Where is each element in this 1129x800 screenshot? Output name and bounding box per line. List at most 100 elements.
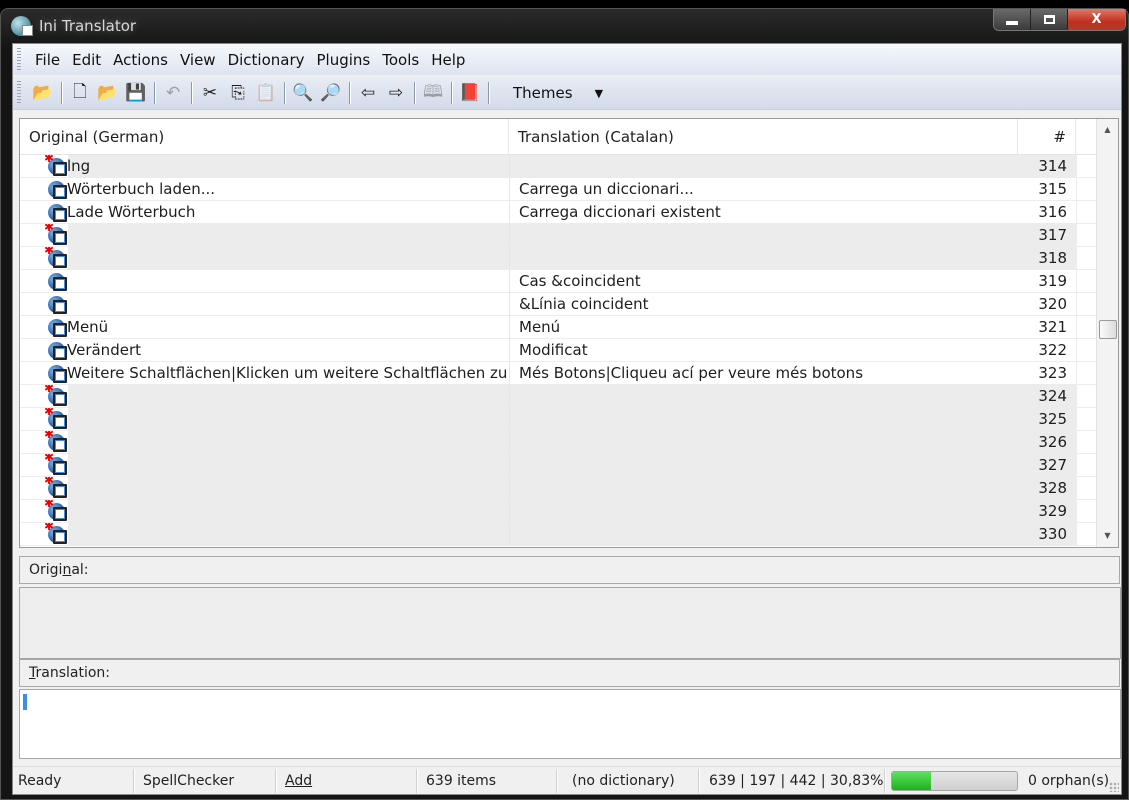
next-button[interactable]: ⇨ [382,80,410,106]
cell-translation[interactable]: Menú [509,316,1018,338]
menu-file[interactable]: File [29,44,66,76]
cell-original[interactable] [20,293,509,315]
cell-translation[interactable] [509,477,1018,499]
table-row[interactable]: Wörterbuch laden... Carrega un diccionari… [20,178,1098,201]
save-button[interactable]: 💾 [122,80,150,106]
cell-original[interactable]: ✱ [20,408,509,430]
cell-original[interactable]: ✱ [20,523,509,545]
scrollbar-thumb[interactable] [1099,319,1117,339]
cell-translation[interactable]: Cas &coincident [509,270,1018,292]
copy-original-button[interactable]: 🕮 [419,80,447,106]
paste-button[interactable]: 📋 [252,80,280,106]
cell-translation[interactable]: Més Botons|Cliqueu ací per veure més bot… [509,362,1018,384]
cell-spacer [1076,270,1098,292]
minimize-button[interactable] [994,9,1031,30]
column-header-original[interactable]: Original (German) [20,119,509,155]
cell-original[interactable]: ✱ [20,224,509,246]
previous-button[interactable]: ⇦ [354,80,382,106]
status-orphans: 0 orphan(s) [1028,772,1110,789]
column-header-translation[interactable]: Translation (Catalan) [509,119,1018,155]
cell-original[interactable] [20,270,509,292]
reload-files-button[interactable]: 📂 [29,80,57,106]
table-row[interactable]: ✱ 324 [20,385,1098,408]
table-row[interactable]: ✱ 318 [20,247,1098,270]
cut-button[interactable]: ✂ [196,80,224,106]
cell-translation[interactable] [509,454,1018,476]
toolbar-grip[interactable] [17,81,21,105]
table-row[interactable]: ✱ lng 314 [20,155,1098,178]
close-button[interactable]: X [1068,9,1125,30]
menu-tools[interactable]: Tools [376,44,425,76]
scroll-down-icon[interactable]: ▼ [1097,527,1118,545]
table-row[interactable]: ✱ 328 [20,477,1098,500]
status-spellchecker[interactable]: SpellChecker [134,768,276,793]
table-row[interactable]: ✱ 330 [20,523,1098,546]
table-row[interactable]: Cas &coincident 319 [20,270,1098,293]
table-row[interactable]: Menü Menú 321 [20,316,1098,339]
resize-grip[interactable] [1109,782,1119,792]
menu-plugins[interactable]: Plugins [311,44,377,76]
cell-original[interactable]: Wörterbuch laden... [20,178,509,200]
table-row[interactable]: Verändert Modificat 322 [20,339,1098,362]
status-add-button[interactable]: Add [276,768,417,793]
title-bar[interactable]: Ini Translator X [1,9,1128,43]
cell-number: 314 [1018,155,1076,177]
cell-original[interactable]: ✱ [20,500,509,522]
cell-translation[interactable] [509,224,1018,246]
table-row[interactable]: ✱ 326 [20,431,1098,454]
table-row[interactable]: &Línia coincident 320 [20,293,1098,316]
cell-translation[interactable]: Carrega un diccionari... [509,178,1018,200]
cell-original[interactable]: Menü [20,316,509,338]
menu-actions[interactable]: Actions [107,44,174,76]
table-row[interactable]: ✱ 329 [20,500,1098,523]
cell-translation[interactable] [509,500,1018,522]
menu-help[interactable]: Help [425,44,471,76]
menubar-grip[interactable] [17,47,21,72]
cell-translation[interactable] [509,247,1018,269]
copy-button[interactable]: ⎘ [224,80,252,106]
scroll-up-icon[interactable]: ▲ [1097,121,1118,139]
menu-bar: File Edit Actions View Dictionary Plugin… [13,44,1121,76]
cell-spacer [1076,316,1098,338]
themes-dropdown[interactable]: Themes ▼ [513,84,603,102]
cell-original[interactable]: ✱ [20,431,509,453]
menu-edit[interactable]: Edit [66,44,107,76]
column-header-number[interactable]: # [1018,119,1076,155]
table-row[interactable]: ✱ 327 [20,454,1098,477]
cell-original[interactable]: Lade Wörterbuch [20,201,509,223]
cell-original[interactable]: ✱ [20,454,509,476]
cell-translation[interactable]: &Línia coincident [509,293,1018,315]
cell-original[interactable]: ✱ lng [20,155,509,177]
original-text: Menü [67,318,109,336]
vertical-scrollbar[interactable]: ▲ ▼ [1096,119,1118,547]
cell-spacer [1076,454,1098,476]
menu-dictionary[interactable]: Dictionary [222,44,311,76]
find-button[interactable]: 🔍 [289,80,317,106]
cell-translation[interactable] [509,431,1018,453]
undo-button[interactable]: ↶ [159,80,187,106]
translation-grid[interactable]: Original (German) Translation (Catalan) … [19,118,1119,548]
cell-translation[interactable]: Carrega diccionari existent [509,201,1018,223]
cell-original[interactable]: Verändert [20,339,509,361]
new-file-button[interactable]: 🗋 [66,80,94,106]
open-file-button[interactable]: 📂 [94,80,122,106]
dictionary-button[interactable]: 📕 [456,80,484,106]
table-row[interactable]: ✱ 325 [20,408,1098,431]
table-row[interactable]: Weitere Schaltflächen|Klicken um weitere… [20,362,1098,385]
table-row[interactable]: ✱ 317 [20,224,1098,247]
cell-original[interactable]: ✱ [20,247,509,269]
cell-translation[interactable] [509,385,1018,407]
menu-view[interactable]: View [174,44,222,76]
cell-translation[interactable] [509,155,1018,177]
replace-button[interactable]: 🔎 [317,80,345,106]
cell-original[interactable]: ✱ [20,477,509,499]
cell-translation[interactable] [509,408,1018,430]
maximize-button[interactable] [1031,9,1068,30]
translation-input[interactable] [19,689,1121,759]
cell-translation[interactable]: Modificat [509,339,1018,361]
table-row[interactable]: Lade Wörterbuch Carrega diccionari existe… [20,201,1098,224]
new-document-icon: 🗋 [73,81,87,102]
cell-original[interactable]: ✱ [20,385,509,407]
cell-original[interactable]: Weitere Schaltflächen|Klicken um weitere… [20,362,509,384]
cell-translation[interactable] [509,523,1018,545]
